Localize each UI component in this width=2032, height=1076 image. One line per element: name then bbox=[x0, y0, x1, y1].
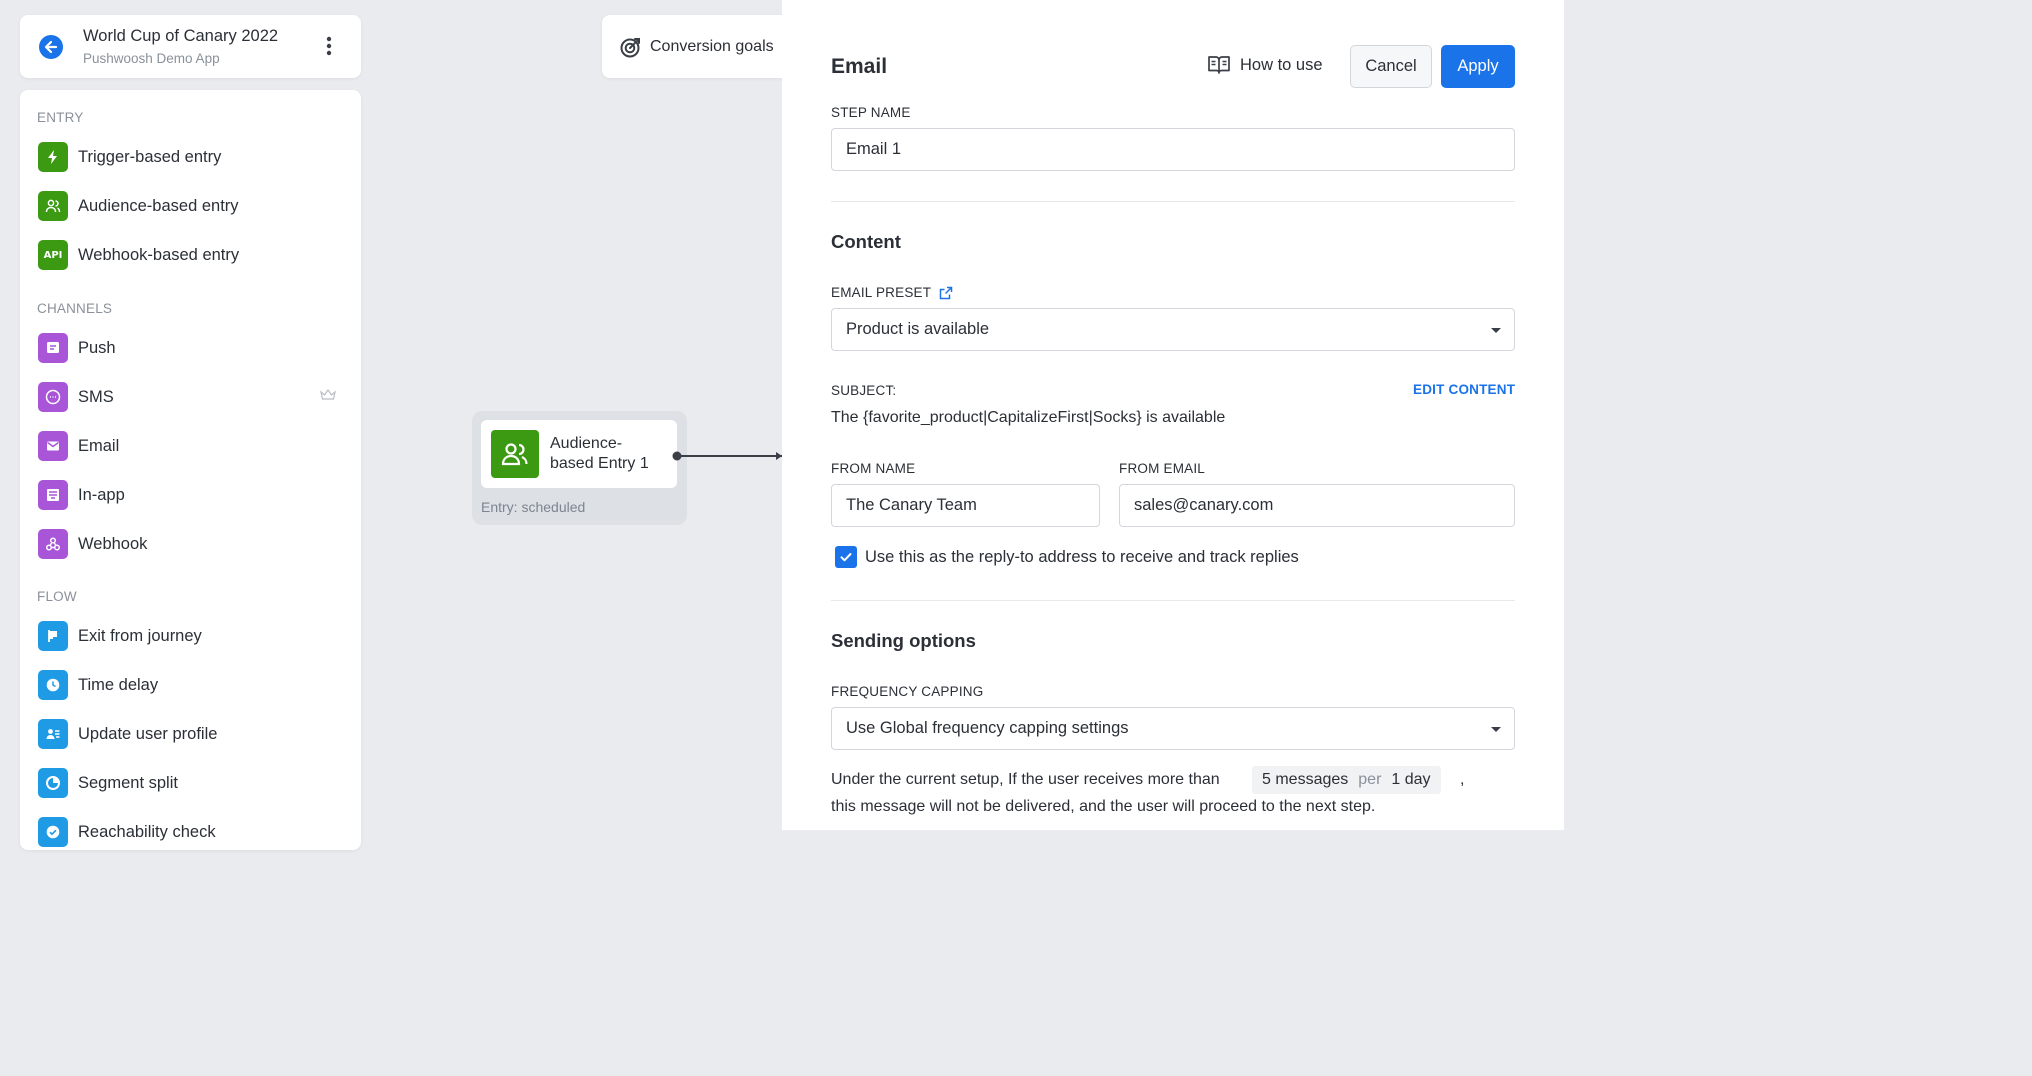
palette-item-webhook[interactable]: Webhook bbox=[38, 527, 342, 561]
palette-item-reachability[interactable]: Reachability check bbox=[38, 815, 342, 849]
palette-item-trigger-entry[interactable]: Trigger-based entry bbox=[38, 140, 342, 174]
palette-item-label: Email bbox=[78, 436, 120, 455]
inapp-icon bbox=[38, 480, 68, 510]
book-icon bbox=[1208, 56, 1230, 74]
node-connector bbox=[672, 451, 782, 461]
back-arrow-icon[interactable] bbox=[39, 35, 63, 59]
palette-item-audience-entry[interactable]: Audience-based entry bbox=[38, 189, 342, 223]
palette-item-label: Exit from journey bbox=[78, 626, 202, 645]
webhook-icon bbox=[38, 529, 68, 559]
reply-to-label: Use this as the reply-to address to rece… bbox=[865, 548, 1299, 566]
check-circle-icon bbox=[38, 817, 68, 847]
step-name-label: STEP NAME bbox=[831, 105, 911, 120]
crown-icon bbox=[320, 389, 336, 400]
email-settings-panel: Email How to use Cancel Apply STEP NAME … bbox=[782, 0, 1564, 830]
from-email-input[interactable]: sales@canary.com bbox=[1119, 484, 1515, 527]
section-label-flow: FLOW bbox=[37, 589, 77, 604]
capping-note-line2: this message will not be delivered, and … bbox=[831, 798, 1376, 815]
push-message-icon bbox=[38, 333, 68, 363]
reply-to-checkbox[interactable] bbox=[835, 546, 857, 568]
node-card[interactable]: Audience- based Entry 1 bbox=[481, 420, 677, 488]
edit-content-link[interactable]: EDIT CONTENT bbox=[1413, 382, 1515, 397]
subject-value: The {favorite_product|CapitalizeFirst|So… bbox=[831, 409, 1226, 426]
section-label-entry: ENTRY bbox=[37, 110, 84, 125]
palette-item-inapp[interactable]: In-app bbox=[38, 478, 342, 512]
palette-item-label: Update user profile bbox=[78, 724, 218, 743]
sending-options-heading: Sending options bbox=[831, 630, 976, 651]
user-edit-icon bbox=[38, 719, 68, 749]
cancel-button[interactable]: Cancel bbox=[1350, 45, 1432, 88]
capping-note-comma: , bbox=[1460, 771, 1465, 788]
step-name-input[interactable]: Email 1 bbox=[831, 128, 1515, 171]
divider bbox=[831, 201, 1515, 202]
frequency-capping-label: FREQUENCY CAPPING bbox=[831, 684, 984, 699]
frequency-capping-select[interactable]: Use Global frequency capping settings bbox=[831, 707, 1515, 750]
users-icon bbox=[38, 191, 68, 221]
capping-summary-pill: 5 messages per 1 day bbox=[1252, 766, 1441, 794]
app-title: World Cup of Canary 2022 bbox=[83, 27, 279, 45]
palette-item-segment-split[interactable]: Segment split bbox=[38, 766, 342, 800]
section-label-channels: CHANNELS bbox=[37, 301, 113, 316]
flag-icon bbox=[38, 621, 68, 651]
palette-item-label: Reachability check bbox=[78, 822, 216, 841]
palette-item-label: SMS bbox=[78, 387, 114, 406]
email-preset-select[interactable]: Product is available bbox=[831, 308, 1515, 351]
palette-item-push[interactable]: Push bbox=[38, 331, 342, 365]
node-title-line2: based Entry 1 bbox=[550, 455, 649, 472]
from-name-input[interactable]: The Canary Team bbox=[831, 484, 1100, 527]
email-preset-value: Product is available bbox=[846, 320, 990, 338]
more-menu-icon[interactable] bbox=[322, 34, 336, 58]
conversion-goals-button[interactable]: Conversion goals bbox=[602, 15, 792, 78]
from-name-label: FROM NAME bbox=[831, 461, 916, 476]
subject-label: SUBJECT: bbox=[831, 383, 897, 398]
external-link-icon[interactable] bbox=[939, 286, 953, 300]
envelope-icon bbox=[38, 431, 68, 461]
panel-title: Email bbox=[831, 55, 888, 78]
palette-item-label: Segment split bbox=[78, 773, 178, 792]
app-subtitle: Pushwoosh Demo App bbox=[83, 51, 220, 66]
palette-item-label: Push bbox=[78, 338, 116, 357]
palette-item-email[interactable]: Email bbox=[38, 429, 342, 463]
palette-item-webhook-entry[interactable]: API Webhook-based entry bbox=[38, 238, 342, 272]
how-to-use-link[interactable]: How to use bbox=[1207, 54, 1323, 76]
users-icon bbox=[491, 430, 539, 478]
content-heading: Content bbox=[831, 231, 901, 252]
app-header-card: World Cup of Canary 2022 Pushwoosh Demo … bbox=[20, 15, 361, 78]
api-icon: API bbox=[38, 240, 68, 270]
palette-item-update-profile[interactable]: Update user profile bbox=[38, 717, 342, 751]
cap-per: per bbox=[1358, 771, 1382, 788]
node-title-line1: Audience- bbox=[550, 435, 623, 452]
palette-item-label: In-app bbox=[78, 485, 125, 504]
palette-item-label: Trigger-based entry bbox=[78, 147, 222, 166]
divider bbox=[831, 600, 1515, 601]
chevron-down-icon bbox=[1491, 328, 1501, 333]
node-subtitle: Entry: scheduled bbox=[481, 499, 586, 515]
palette-item-label: Webhook bbox=[78, 534, 148, 553]
palette-item-label: Time delay bbox=[78, 675, 159, 694]
from-email-label: FROM EMAIL bbox=[1119, 461, 1206, 476]
palette-item-sms[interactable]: SMS bbox=[38, 380, 342, 414]
cap-messages: 5 messages bbox=[1262, 771, 1349, 788]
palette-item-label: Webhook-based entry bbox=[78, 245, 240, 264]
conversion-goals-label: Conversion goals bbox=[650, 37, 774, 55]
capping-note-line1: Under the current setup, If the user rec… bbox=[831, 771, 1220, 788]
frequency-capping-value: Use Global frequency capping settings bbox=[846, 719, 1129, 737]
lightning-icon bbox=[38, 142, 68, 172]
element-palette: ENTRY Trigger-based entry Audience-based… bbox=[20, 90, 361, 850]
journey-node-audience-entry[interactable]: Audience- based Entry 1 Entry: scheduled bbox=[472, 411, 687, 525]
email-preset-label: EMAIL PRESET bbox=[831, 285, 932, 300]
panel-edge bbox=[1564, 0, 1568, 830]
palette-item-exit[interactable]: Exit from journey bbox=[38, 619, 342, 653]
sms-icon bbox=[38, 382, 68, 412]
palette-item-time-delay[interactable]: Time delay bbox=[38, 668, 342, 702]
cap-period: 1 day bbox=[1391, 771, 1431, 788]
how-to-use-label: How to use bbox=[1240, 55, 1323, 74]
pie-split-icon bbox=[38, 768, 68, 798]
clock-icon bbox=[38, 670, 68, 700]
palette-item-label: Audience-based entry bbox=[78, 196, 239, 215]
chevron-down-icon bbox=[1491, 727, 1501, 732]
checkmark-icon bbox=[840, 553, 852, 562]
apply-button[interactable]: Apply bbox=[1441, 45, 1515, 88]
target-icon bbox=[620, 37, 640, 57]
